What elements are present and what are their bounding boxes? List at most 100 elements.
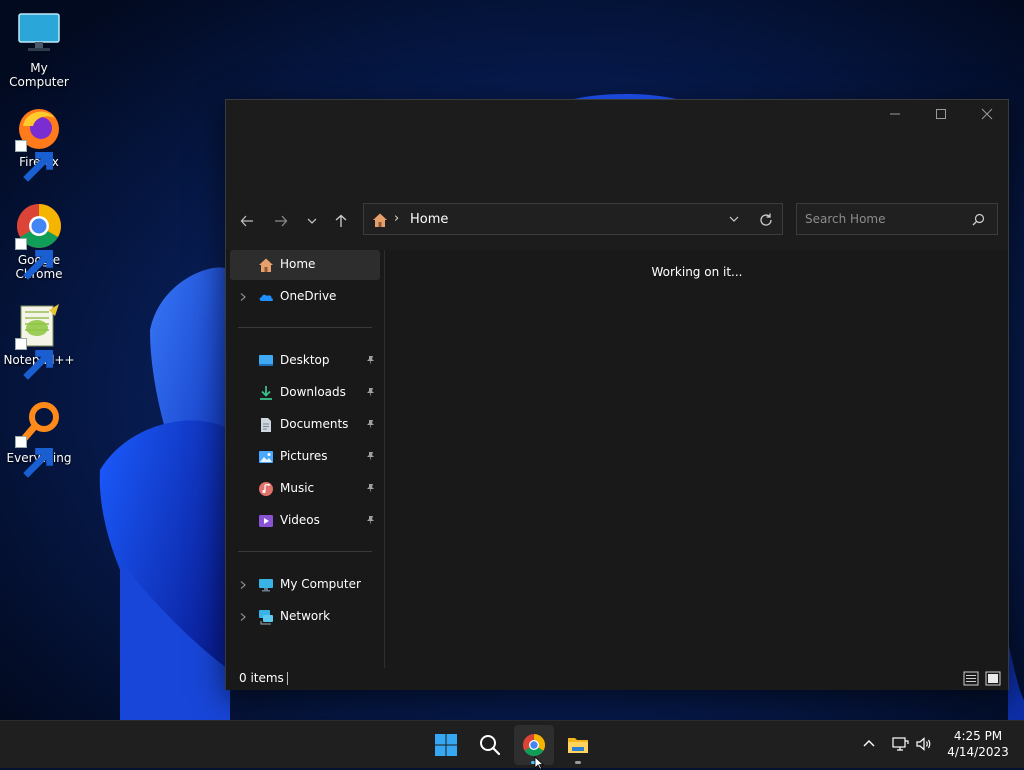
- address-bar[interactable]: › Home: [363, 203, 783, 235]
- loading-message: Working on it...: [651, 265, 743, 279]
- notepadpp-icon: [15, 302, 63, 380]
- file-explorer-window: › Home Search Home Home OneDrive Desktop: [225, 99, 1009, 690]
- sidebar-divider: [238, 551, 372, 552]
- maximize-button[interactable]: [918, 100, 964, 128]
- sidebar-item-desktop[interactable]: Desktop: [230, 346, 380, 376]
- sidebar-item-label: My Computer: [280, 577, 361, 591]
- breadcrumb-home[interactable]: Home: [410, 212, 448, 227]
- pin-icon[interactable]: [365, 515, 376, 526]
- status-separator: [287, 672, 288, 685]
- content-pane[interactable]: Working on it...: [386, 250, 1008, 668]
- system-clock[interactable]: 4:25 PM 4/14/2023: [940, 728, 1016, 760]
- music-icon: [259, 482, 273, 496]
- arrow-up-icon: [335, 214, 347, 227]
- taskbar: 4:25 PM 4/14/2023: [0, 720, 1024, 768]
- desktop-icon-notepadpp[interactable]: Notepad++: [0, 302, 78, 380]
- search-box[interactable]: Search Home: [796, 203, 998, 235]
- sidebar-item-label: Videos: [280, 513, 320, 527]
- pin-icon[interactable]: [365, 419, 376, 430]
- sidebar-item-label: Music: [280, 481, 315, 495]
- item-count: 0 items: [239, 671, 284, 685]
- close-icon: [981, 108, 993, 120]
- back-button[interactable]: [234, 208, 260, 234]
- desktop-folder-icon: [259, 355, 273, 366]
- sidebar-item-label: OneDrive: [280, 289, 337, 303]
- sidebar-item-pictures[interactable]: Pictures: [230, 442, 380, 472]
- network-status-icon: [892, 737, 909, 751]
- sidebar-item-my-computer[interactable]: My Computer: [230, 570, 380, 600]
- videos-icon: [259, 515, 273, 527]
- navigation-pane: Home OneDrive Desktop Downloads Document…: [226, 250, 384, 668]
- shortcut-arrow-icon: [15, 140, 53, 182]
- network-status-button[interactable]: [891, 735, 909, 753]
- arrow-right-icon: [275, 215, 288, 227]
- chevron-right-icon[interactable]: [238, 612, 248, 622]
- speaker-icon: [916, 737, 931, 751]
- sidebar-item-label: Desktop: [280, 353, 330, 367]
- volume-button[interactable]: [915, 735, 933, 753]
- sidebar-item-label: Home: [280, 257, 316, 271]
- sidebar-item-label: Network: [280, 609, 331, 623]
- breadcrumb-separator: ›: [394, 211, 400, 226]
- chrome-icon: [15, 202, 63, 280]
- pin-icon[interactable]: [365, 483, 376, 494]
- pin-icon[interactable]: [365, 355, 376, 366]
- desktop-icon-firefox[interactable]: Firefox: [0, 104, 78, 182]
- refresh-icon[interactable]: [758, 212, 774, 228]
- chevron-down-icon[interactable]: [728, 213, 740, 225]
- minimize-icon: [890, 113, 900, 115]
- sidebar-item-onedrive[interactable]: OneDrive: [230, 282, 380, 312]
- up-button[interactable]: [328, 208, 354, 234]
- documents-icon: [261, 418, 271, 432]
- taskbar-file-explorer-button[interactable]: [558, 725, 598, 765]
- running-indicator: [575, 761, 581, 764]
- chrome-icon: [523, 734, 545, 756]
- pin-icon[interactable]: [365, 451, 376, 462]
- desktop-icon-google-chrome[interactable]: Google Chrome: [0, 202, 78, 281]
- chevron-down-icon: [307, 218, 317, 224]
- large-icons-view-icon: [985, 671, 1001, 686]
- file-explorer-icon: [568, 738, 588, 753]
- chevron-right-icon[interactable]: [238, 580, 248, 590]
- title-bar[interactable]: [226, 100, 1008, 194]
- details-view-button[interactable]: [963, 671, 979, 686]
- pin-icon[interactable]: [365, 387, 376, 398]
- sidebar-item-downloads[interactable]: Downloads: [230, 378, 380, 408]
- clock-date: 4/14/2023: [947, 745, 1009, 759]
- downloads-icon: [260, 386, 272, 400]
- chevron-right-icon[interactable]: [238, 292, 248, 302]
- large-icons-view-button[interactable]: [985, 671, 1001, 686]
- sidebar-item-documents[interactable]: Documents: [230, 410, 380, 440]
- status-bar: 0 items: [226, 668, 1008, 690]
- shortcut-arrow-icon: [15, 436, 53, 478]
- forward-button[interactable]: [268, 208, 294, 234]
- sidebar-item-network[interactable]: Network: [230, 602, 380, 632]
- pane-splitter[interactable]: [384, 250, 385, 668]
- sidebar-item-home[interactable]: Home: [230, 250, 380, 280]
- desktop-icon-label: My Computer: [9, 61, 69, 89]
- desktop-icon-everything[interactable]: Everything: [0, 400, 78, 478]
- search-icon: [480, 735, 501, 756]
- sidebar-item-label: Pictures: [280, 449, 328, 463]
- start-button[interactable]: [426, 725, 466, 765]
- maximize-icon: [936, 109, 946, 119]
- sidebar-item-videos[interactable]: Videos: [230, 506, 380, 536]
- show-hidden-icons-button[interactable]: [860, 735, 878, 753]
- desktop-icon-my-computer[interactable]: My Computer: [0, 10, 78, 89]
- monitor-icon: [15, 10, 63, 58]
- taskbar-search-button[interactable]: [470, 725, 510, 765]
- close-button[interactable]: [964, 100, 1010, 128]
- sidebar-item-music[interactable]: Music: [230, 474, 380, 504]
- shortcut-arrow-icon: [15, 338, 53, 380]
- recent-locations-button[interactable]: [299, 208, 325, 234]
- search-icon: [972, 213, 985, 226]
- navigation-bar: › Home Search Home: [226, 194, 1008, 250]
- clock-time: 4:25 PM: [953, 729, 1003, 743]
- shortcut-arrow-icon: [15, 238, 53, 280]
- minimize-button[interactable]: [872, 100, 918, 128]
- pictures-icon: [259, 451, 273, 463]
- search-placeholder: Search Home: [805, 212, 886, 226]
- network-icon: [259, 610, 273, 625]
- sidebar-divider: [238, 327, 372, 328]
- home-icon: [259, 258, 273, 272]
